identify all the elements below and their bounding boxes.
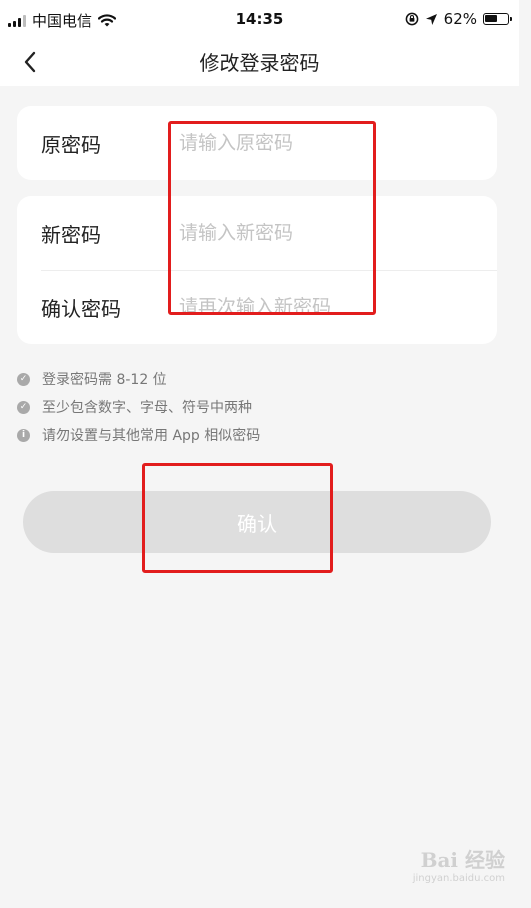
old-password-input[interactable]: [179, 123, 479, 163]
check-circle-icon: ✓: [17, 372, 30, 386]
tip-uniqueness: i 请勿设置与其他常用 App 相似密码: [17, 421, 260, 449]
top-bar: 中国电信 14:35 62% 修改登录密码: [0, 0, 519, 86]
nav-bar: 修改登录密码: [0, 38, 519, 86]
new-password-input[interactable]: [179, 213, 479, 253]
tip-length: ✓ 登录密码需 8-12 位: [17, 365, 260, 393]
password-tips: ✓ 登录密码需 8-12 位 ✓ 至少包含数字、字母、符号中两种 i 请勿设置与…: [17, 365, 260, 449]
new-password-label: 新密码: [41, 222, 101, 247]
confirm-button[interactable]: 确认: [23, 491, 491, 553]
battery-icon: [483, 13, 512, 25]
page-title: 修改登录密码: [199, 51, 320, 75]
new-password-row: 新密码: [17, 196, 497, 270]
battery-percent: 62%: [443, 10, 477, 28]
watermark: Bai 经验 jingyan.baidu.com: [413, 844, 505, 884]
tip-text: 请勿设置与其他常用 App 相似密码: [42, 428, 261, 444]
battery-fill: [485, 15, 497, 22]
tip-composition: ✓ 至少包含数字、字母、符号中两种: [17, 393, 260, 421]
confirm-password-label: 确认密码: [41, 296, 121, 321]
confirm-password-input[interactable]: [179, 287, 479, 327]
confirm-password-row: 确认密码: [17, 270, 497, 344]
watermark-url: jingyan.baidu.com: [412, 873, 505, 884]
tip-text: 至少包含数字、字母、符号中两种: [42, 400, 252, 416]
orientation-lock-icon: [405, 12, 419, 26]
old-password-row: 原密码: [17, 106, 497, 180]
status-bar: 中国电信 14:35 62%: [0, 0, 519, 38]
tip-text: 登录密码需 8-12 位: [42, 372, 167, 388]
watermark-logo: Bai 经验: [420, 848, 505, 872]
old-password-card: 原密码: [17, 106, 497, 180]
old-password-label: 原密码: [41, 132, 101, 157]
new-password-card: 新密码 确认密码: [17, 196, 497, 344]
location-icon: [425, 13, 437, 25]
info-circle-icon: i: [17, 428, 30, 442]
status-right: 62%: [405, 10, 512, 28]
check-circle-icon: ✓: [17, 400, 30, 414]
